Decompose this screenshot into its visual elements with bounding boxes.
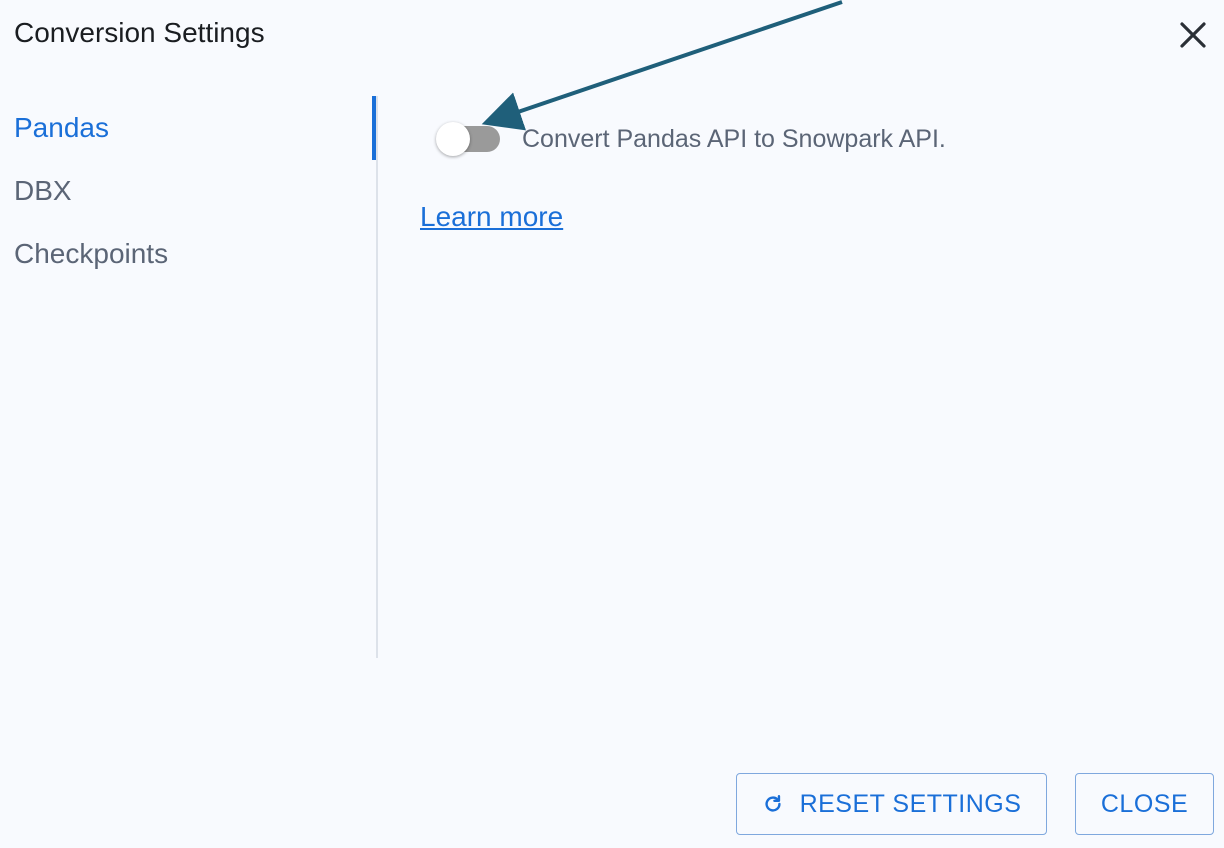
reset-settings-label: RESET SETTINGS (799, 789, 1022, 818)
conversion-settings-dialog: Conversion Settings Pandas DBX Checkpoin… (0, 0, 1224, 848)
convert-pandas-toggle[interactable] (436, 122, 502, 156)
refresh-icon (764, 795, 781, 812)
reset-settings-button[interactable]: RESET SETTINGS (736, 773, 1047, 835)
dialog-title: Conversion Settings (14, 17, 265, 48)
close-button[interactable]: CLOSE (1075, 773, 1214, 835)
toggle-knob (436, 122, 470, 156)
sidebar-item-checkpoints[interactable]: Checkpoints (14, 236, 168, 272)
close-button-label: CLOSE (1100, 789, 1189, 818)
active-tab-indicator (372, 96, 376, 160)
convert-pandas-label: Convert Pandas API to Snowpark API. (522, 125, 946, 153)
close-icon[interactable] (1174, 16, 1212, 54)
learn-more-link[interactable]: Learn more (420, 199, 563, 235)
sidebar-item-dbx[interactable]: DBX (14, 173, 72, 209)
sidebar-item-pandas[interactable]: Pandas (14, 110, 109, 146)
